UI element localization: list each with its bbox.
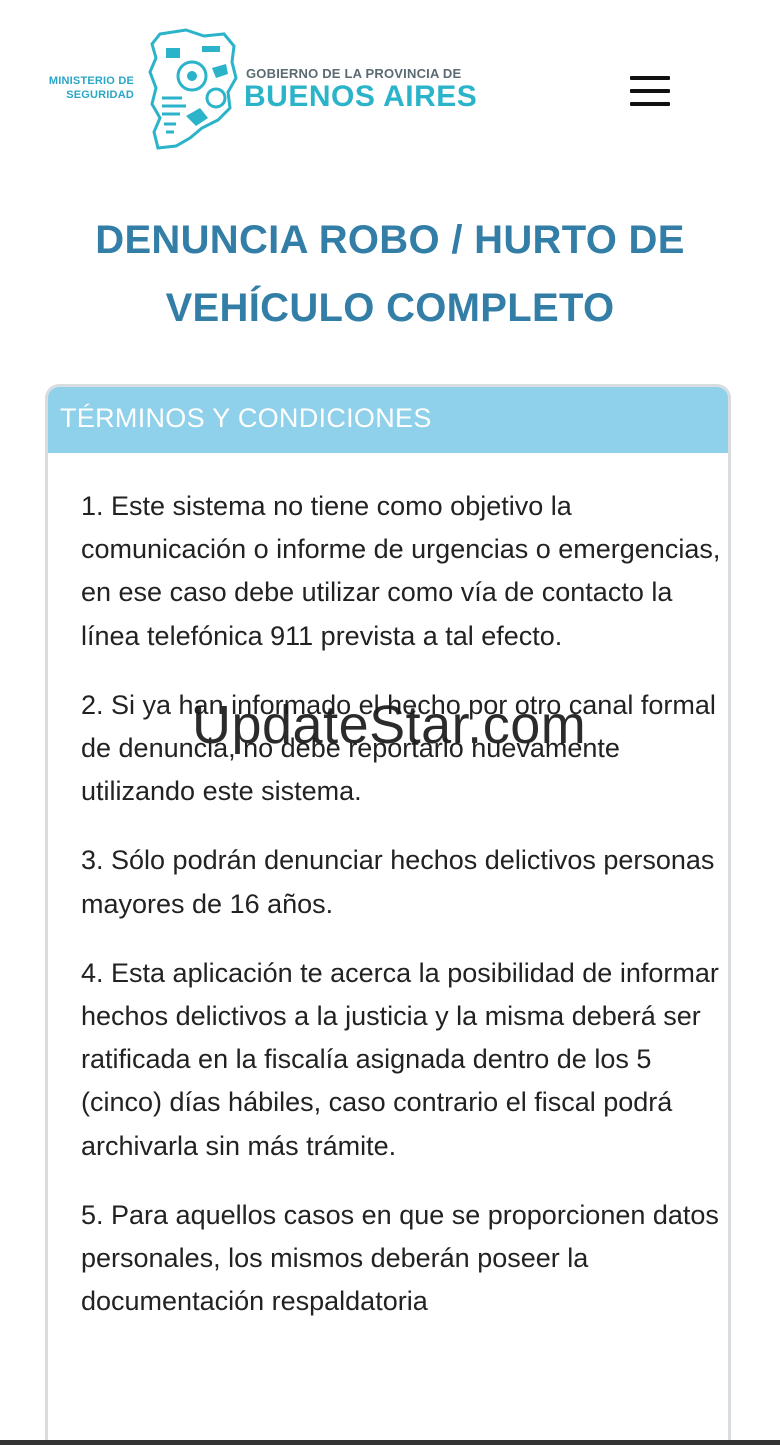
terms-card: TÉRMINOS Y CONDICIONES 1. Este sistema n…: [45, 384, 731, 1445]
bottom-edge-bar: [0, 1440, 780, 1445]
province-map-logo-icon: [148, 28, 238, 150]
app-screen: MINISTERIO DE SEGURIDAD GOBIERNO DE LA P…: [0, 0, 780, 1445]
page-title-line-2: VEHÍCULO COMPLETO: [165, 286, 615, 330]
page-title: DENUNCIA ROBO / HURTO DE VEHÍCULO COMPLE…: [40, 206, 740, 342]
hamburger-menu-icon: [630, 76, 670, 80]
hamburger-menu-button[interactable]: [626, 74, 674, 110]
term-item: 5. Para aquellos casos en que se proporc…: [81, 1199, 719, 1317]
province-name: BUENOS AIRES: [244, 80, 478, 113]
terms-header: TÉRMINOS Y CONDICIONES: [48, 387, 728, 453]
hamburger-menu-icon: [630, 89, 670, 93]
ministry-line-1: MINISTERIO DE: [48, 75, 134, 87]
term-item: 4. Esta aplicación te acerca la posibili…: [81, 957, 719, 1161]
terms-body: 1. Este sistema no tiene como objetivo l…: [81, 485, 721, 1349]
government-label: GOBIERNO DE LA PROVINCIA DE: [246, 66, 462, 81]
ministry-logo-text: MINISTERIO DE SEGURIDAD: [34, 74, 134, 102]
terms-header-label: TÉRMINOS Y CONDICIONES: [60, 403, 432, 433]
hamburger-menu-icon: [630, 102, 670, 106]
term-item: 2. Si ya han informado el hecho por otro…: [81, 689, 716, 807]
ministry-line-2: SEGURIDAD: [66, 89, 134, 101]
term-item: 1. Este sistema no tiene como objetivo l…: [81, 491, 721, 651]
app-header: MINISTERIO DE SEGURIDAD GOBIERNO DE LA P…: [0, 0, 780, 170]
term-item: 3. Sólo podrán denunciar hechos delictiv…: [81, 845, 715, 919]
page-title-line-1: DENUNCIA ROBO / HURTO DE: [95, 218, 685, 262]
